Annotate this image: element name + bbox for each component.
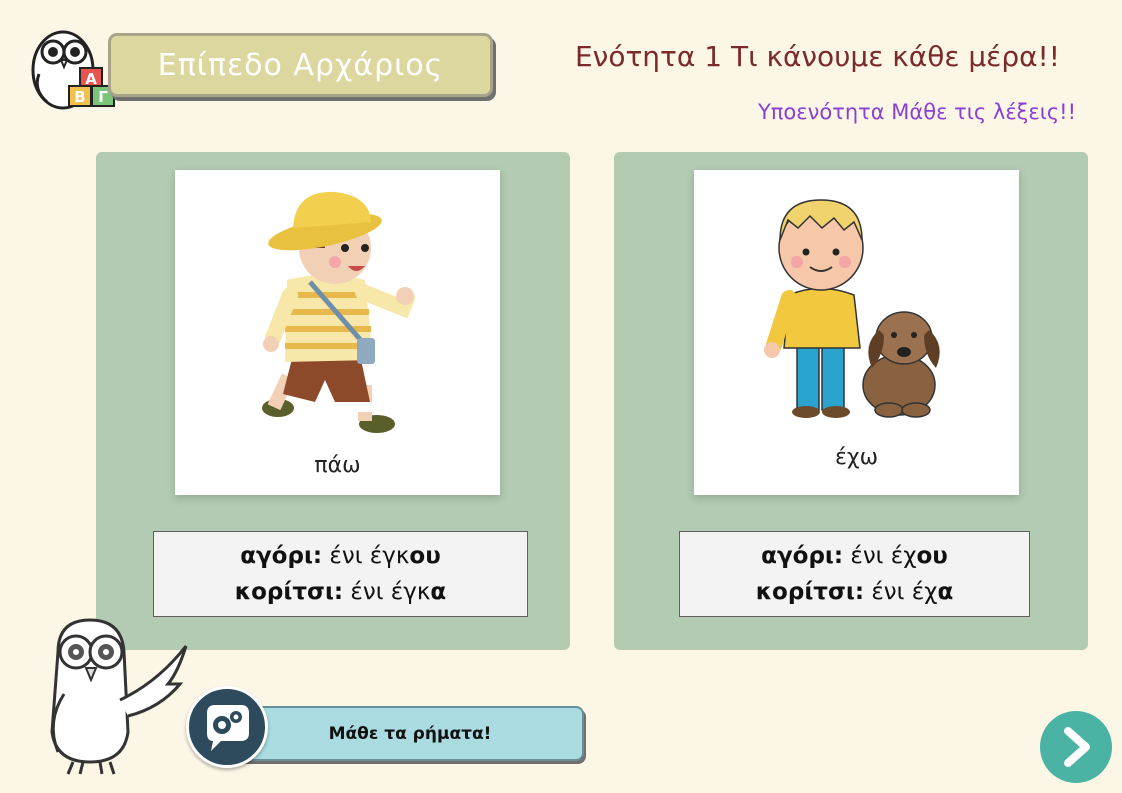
word-label: πάω [314, 453, 361, 478]
boy-label: αγόρι: [761, 543, 844, 569]
girl-label: κορίτσι: [755, 579, 865, 605]
subunit-title: Υποενότητα Μάθε τις λέξεις!! [757, 100, 1076, 124]
boy-label: αγόρι: [240, 543, 323, 569]
boy-form-line: αγόρι: ένι έχου [761, 538, 948, 574]
block-letter-a: A [85, 70, 97, 88]
pointing-owl-illustration [50, 618, 188, 775]
word-label: έχω [834, 445, 879, 470]
level-banner: Επίπεδο Αρχάριος [108, 33, 493, 97]
block-letter-b: B [74, 88, 85, 106]
girl-ending: α [937, 579, 954, 605]
boy-with-dog-illustration [764, 199, 940, 418]
conjugation-box-pao: αγόρι: ένι έγκου κορίτσι: ένι έγκα [153, 531, 528, 617]
next-page-button[interactable] [1040, 711, 1112, 783]
block-letter-g: Γ [98, 88, 108, 106]
word-card-echo: έχω [694, 170, 1019, 495]
word-card-pao: πάω [175, 170, 500, 495]
boy-stem: ένι έγκ [322, 543, 410, 569]
girl-form-line: κορίτσι: ένι έχα [756, 574, 954, 610]
unit-title: Ενότητα 1 Τι κάνουμε κάθε μέρα!! [574, 40, 1060, 73]
gears-speech-icon[interactable] [186, 686, 268, 768]
level-label: Επίπεδο Αρχάριος [157, 47, 444, 83]
learn-verbs-label: Μάθε τα ρήματα! [328, 723, 492, 744]
girl-ending: α [430, 579, 447, 605]
conjugation-box-echo: αγόρι: ένι έχου κορίτσι: ένι έχα [679, 531, 1030, 617]
boy-stem: ένι έχ [843, 543, 917, 569]
boy-form-line: αγόρι: ένι έγκου [240, 538, 441, 574]
walking-boy-illustration [262, 191, 415, 433]
girl-stem: ένι έχ [864, 579, 938, 605]
chevron-right-icon [1064, 727, 1090, 767]
boy-ending: ου [916, 543, 948, 569]
girl-form-line: κορίτσι: ένι έγκα [235, 574, 446, 610]
girl-label: κορίτσι: [234, 579, 344, 605]
girl-stem: ένι έγκ [343, 579, 431, 605]
boy-ending: ου [409, 543, 441, 569]
learn-verbs-button[interactable]: Μάθε τα ρήματα! [236, 706, 584, 761]
